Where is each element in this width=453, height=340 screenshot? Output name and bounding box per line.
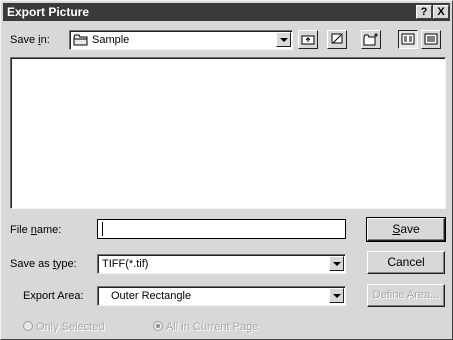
- file-name-input[interactable]: [97, 219, 346, 239]
- save-in-value: Sample: [92, 34, 130, 46]
- list-view-button[interactable]: [398, 30, 418, 49]
- file-list[interactable]: [10, 57, 446, 209]
- export-area-value: Outer Rectangle: [111, 290, 192, 302]
- cancel-button[interactable]: Cancel: [367, 251, 445, 274]
- file-name-label: File name:: [10, 224, 62, 236]
- radio-indicator-selected: [153, 321, 163, 331]
- export-area-label: Export Area:: [23, 290, 84, 302]
- close-button[interactable]: X: [433, 5, 449, 19]
- define-area-button[interactable]: Define Area...: [367, 284, 445, 307]
- save-as-type-dropdown-arrow[interactable]: [329, 256, 344, 271]
- up-folder-icon: [301, 34, 315, 48]
- save-as-type-dropdown[interactable]: TIFF(*.tif): [97, 254, 346, 274]
- only-selected-radio[interactable]: Only Selected: [23, 320, 104, 334]
- all-in-current-page-radio[interactable]: All in Current Page: [153, 320, 258, 334]
- export-area-dropdown[interactable]: Outer Rectangle: [97, 286, 346, 306]
- list-view-icon: [401, 33, 415, 48]
- title-bar[interactable]: Export Picture ? X: [3, 3, 450, 21]
- export-picture-dialog: Export Picture ? X Save in: Sample File …: [0, 0, 453, 340]
- details-view-button[interactable]: [421, 30, 441, 49]
- save-in-dropdown-arrow[interactable]: [276, 32, 291, 47]
- help-button[interactable]: ?: [416, 5, 432, 19]
- create-new-folder-button[interactable]: [361, 30, 381, 49]
- save-button[interactable]: Save: [366, 217, 446, 242]
- save-as-type-label: Save as type:: [10, 258, 77, 270]
- text-cursor: [102, 222, 103, 236]
- export-area-dropdown-arrow[interactable]: [329, 288, 344, 303]
- desktop-icon: [330, 33, 344, 49]
- save-in-dropdown[interactable]: Sample: [69, 30, 293, 50]
- radio-indicator: [23, 321, 33, 331]
- window-title: Export Picture: [7, 5, 90, 19]
- details-view-icon: [424, 33, 438, 48]
- up-one-level-button[interactable]: [298, 30, 318, 49]
- new-folder-icon: [363, 33, 379, 49]
- folder-icon: [73, 34, 89, 49]
- save-as-type-value: TIFF(*.tif): [102, 258, 149, 270]
- save-in-label: Save in:: [10, 34, 50, 46]
- desktop-button[interactable]: [327, 30, 347, 49]
